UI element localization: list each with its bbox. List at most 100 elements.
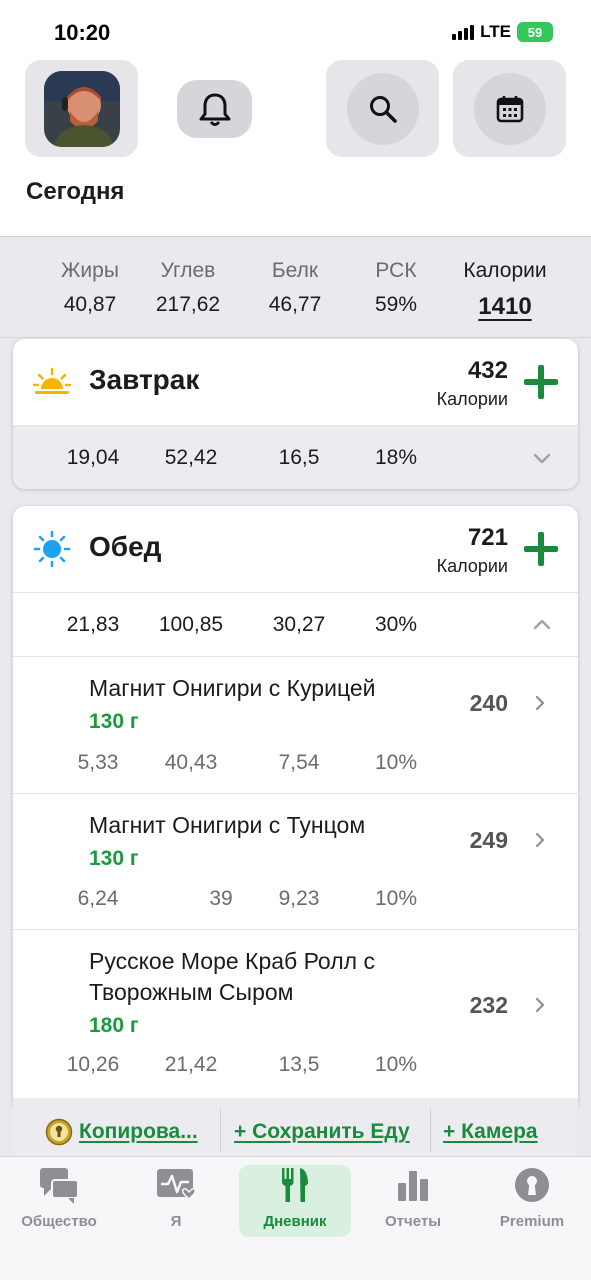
sunrise-icon — [33, 367, 71, 394]
tab-reports-label: Отчеты — [384, 1213, 442, 1230]
summary-calories-label: Калории — [463, 259, 547, 282]
meal-calories-unit: Калории — [436, 556, 508, 576]
food-grams: 180 г — [89, 1014, 139, 1037]
meal-header-breakfast[interactable]: Завтрак 432 Калории — [13, 339, 578, 425]
summary-protein-value: 46,77 — [268, 293, 322, 316]
macro-fat: 19,04 — [66, 446, 120, 469]
tab-diary[interactable]: Дневник — [239, 1165, 351, 1237]
add-food-breakfast-button[interactable] — [524, 365, 558, 399]
summary-carbs-value: 217,62 — [155, 293, 221, 316]
food-rdi: 10% — [374, 1053, 418, 1076]
food-carbs: 40,43 — [164, 751, 218, 774]
avatar — [43, 70, 120, 147]
meal-calories-breakfast: 432 Калории — [437, 357, 508, 410]
chevron-up-icon[interactable] — [532, 615, 552, 635]
tab-premium-label: Premium — [499, 1213, 565, 1230]
tab-community-label: Общество — [21, 1213, 97, 1230]
summary-rdi-value: 59% — [374, 293, 418, 316]
food-protein: 9,23 — [278, 887, 320, 910]
summary-fat-label: Жиры — [61, 259, 119, 282]
status-time: 10:20 — [54, 20, 111, 45]
status-bar: 10:20 LTE 59 — [0, 0, 591, 60]
signal-icon — [452, 24, 475, 40]
macro-protein: 16,5 — [278, 446, 320, 469]
bell-icon — [199, 93, 230, 126]
search-button[interactable] — [326, 60, 439, 157]
food-fat: 5,33 — [77, 751, 119, 774]
food-calories: 240 — [469, 690, 508, 716]
meal-actions-bar: Копирова... + Сохранить Еду + Камера — [13, 1098, 578, 1156]
food-rdi: 10% — [374, 751, 418, 774]
save-meal-link[interactable]: + Сохранить Еду — [234, 1120, 410, 1144]
meal-header-lunch[interactable]: Обед 721 Калории — [13, 506, 578, 592]
tab-reports[interactable]: Отчеты — [357, 1165, 469, 1237]
copy-meal-link[interactable]: Копирова... — [79, 1120, 198, 1144]
meal-calories-value: 432 — [467, 357, 508, 384]
calendar-button[interactable] — [453, 60, 566, 157]
tab-diary-label: Дневник — [263, 1213, 327, 1230]
tab-community[interactable]: Общество — [3, 1165, 115, 1237]
tab-me[interactable]: Я — [120, 1165, 232, 1237]
notifications-button[interactable] — [177, 80, 252, 138]
food-grams: 130 г — [89, 847, 139, 870]
chevron-right-icon — [535, 696, 545, 710]
food-fat: 6,24 — [77, 887, 119, 910]
meal-card-breakfast: Завтрак 432 Калории 19,04 52,42 16,5 18% — [13, 339, 578, 489]
camera-link[interactable]: + Камера — [443, 1120, 538, 1144]
meal-macros-lunch[interactable]: 21,83 100,85 30,27 30% — [13, 592, 578, 656]
meal-title-lunch: Обед — [89, 531, 162, 562]
meal-card-lunch: Обед 721 Калории 21,83 100,85 30,27 30% … — [13, 506, 578, 1106]
daily-summary: Жиры 40,87 Углев 217,62 Белк 46,77 РСК 5… — [0, 236, 591, 338]
food-item[interactable]: Магнит Онигири с Тунцом 130 г 249 6,24 3… — [13, 793, 578, 929]
summary-rdi: РСК 59% — [346, 259, 446, 317]
page-title: Сегодня — [26, 178, 125, 205]
food-name: Магнит Онигири с Тунцом — [89, 812, 366, 838]
divider — [430, 1108, 431, 1152]
macro-carbs: 52,42 — [164, 446, 218, 469]
tab-bar: Общество Я Дневник Отчеты Premium — [0, 1156, 591, 1280]
tab-me-label: Я — [170, 1213, 182, 1230]
fork-knife-icon — [282, 1168, 308, 1202]
chat-bubbles-icon — [40, 1168, 79, 1204]
keyhole-icon — [515, 1168, 549, 1202]
macro-rdi: 30% — [374, 613, 418, 636]
profile-button[interactable] — [25, 60, 138, 157]
summary-carbs-label: Углев — [160, 259, 216, 282]
macro-fat: 21,83 — [66, 613, 120, 636]
chevron-right-icon — [535, 833, 545, 847]
tab-premium[interactable]: Premium — [476, 1165, 588, 1237]
divider — [220, 1108, 221, 1152]
search-icon — [369, 95, 397, 123]
summary-protein: Белк 46,77 — [245, 259, 345, 317]
food-item[interactable]: Магнит Онигири с Курицей 130 г 240 5,33 … — [13, 656, 578, 793]
meal-macros-breakfast[interactable]: 19,04 52,42 16,5 18% — [13, 425, 578, 489]
summary-protein-label: Белк — [271, 259, 319, 282]
premium-badge-icon — [45, 1118, 73, 1146]
sun-icon — [33, 530, 71, 568]
chevron-down-icon[interactable] — [532, 448, 552, 468]
food-calories: 249 — [469, 827, 508, 853]
summary-fat: Жиры 40,87 — [40, 259, 140, 317]
calendar-icon — [496, 95, 523, 122]
summary-calories-value[interactable]: 1410 — [450, 293, 560, 321]
meal-calories-unit: Калории — [436, 389, 508, 409]
health-activity-icon — [157, 1169, 196, 1201]
food-carbs: 21,42 — [164, 1053, 218, 1076]
food-protein: 7,54 — [278, 751, 320, 774]
food-item[interactable]: Русское Море Краб Ролл с Творожным Сыром… — [13, 929, 578, 1099]
meal-title-breakfast: Завтрак — [89, 364, 200, 395]
food-protein: 13,5 — [278, 1053, 320, 1076]
macro-rdi: 18% — [374, 446, 418, 469]
add-food-lunch-button[interactable] — [524, 532, 558, 566]
food-name: Магнит Онигири с Курицей — [89, 675, 376, 701]
food-calories: 232 — [469, 992, 508, 1018]
summary-calories[interactable]: Калории 1410 — [450, 259, 560, 321]
network-type: LTE — [480, 22, 511, 41]
food-rdi: 10% — [374, 887, 418, 910]
food-carbs: 39 — [209, 887, 233, 910]
battery-icon: 59 — [517, 22, 553, 42]
summary-fat-value: 40,87 — [63, 293, 117, 316]
food-grams: 130 г — [89, 710, 139, 733]
summary-rdi-label: РСК — [375, 259, 417, 282]
food-fat: 10,26 — [66, 1053, 120, 1076]
